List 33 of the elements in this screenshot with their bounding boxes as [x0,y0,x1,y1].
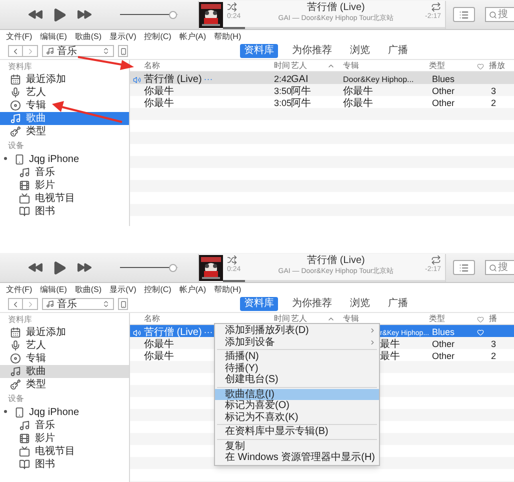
song-artist: GAI [291,74,308,85]
song-album: 你最牛 [343,98,373,109]
song-title: 苦行僧 (Live) [307,254,365,266]
song-name: 苦行僧 (Live) [144,326,202,338]
song-name: 你最牛 [144,338,174,350]
song-title: 苦行僧 (Live) [307,2,365,14]
song-album: Door&Key Hiphop... [343,74,414,84]
song-name: 你最牛 [144,84,174,98]
song-time: 2:42 [274,74,292,84]
song-name: 你最牛 [144,96,174,111]
section-heading: 设备 [8,140,24,152]
song-artist: 阿牛 [291,98,311,109]
section-heading: 资料库 [8,314,32,326]
section-heading: 资料库 [8,61,32,73]
play-count: 2 [491,350,496,361]
song-genre: Other [432,98,455,108]
song-genre: Other [432,338,455,349]
song-album: 你最牛 [343,86,373,97]
song-artist: 阿牛 [291,86,311,97]
song-genre: Other [432,350,455,361]
play-count: 3 [491,338,496,349]
song-name: 你最牛 [144,350,174,364]
song-genre: Blues [432,74,455,84]
song-genre: Blues [432,326,455,337]
song-genre: Other [432,86,455,96]
song-album: 最牛 [380,351,400,362]
song-album: 最牛 [380,339,400,350]
song-name: 苦行僧 (Live) [144,72,202,86]
song-time: 3:50 [274,86,292,96]
play-count: 3 [491,86,496,96]
section-heading: 设备 [8,393,24,405]
song-time: 3:05 [274,98,292,108]
play-count: 2 [491,98,496,108]
